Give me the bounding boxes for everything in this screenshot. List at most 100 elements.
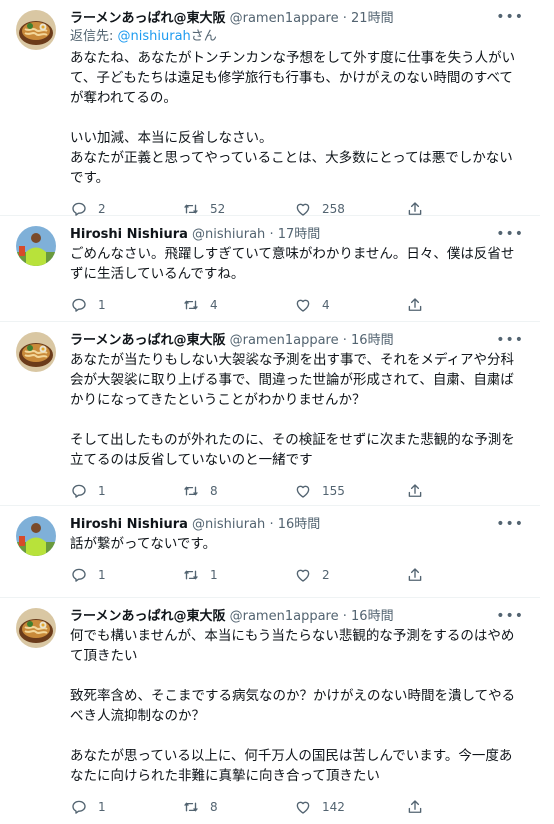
like-button[interactable]: 2 <box>294 566 406 584</box>
like-count: 142 <box>322 800 345 814</box>
tweet[interactable]: ••• ラーメンあっぱれ@東大阪 @ramen1appare · 16時間 あな… <box>0 322 540 506</box>
display-name[interactable]: ラーメンあっぱれ@東大阪 <box>70 609 225 624</box>
share-button[interactable] <box>406 296 434 314</box>
like-count: 155 <box>322 484 345 498</box>
reply-prefix: 返信先: <box>70 29 118 44</box>
timestamp[interactable]: 16時間 <box>351 333 394 348</box>
separator-dot: · <box>342 333 347 348</box>
tweet-text: あなたが当たりもしない大袈裟な予測を出す事で、それをメディアや分科会が大袈裟に取… <box>70 352 515 468</box>
tweet-actions: 1 4 4 <box>70 288 520 322</box>
tweet-actions: 1 8 142 <box>70 790 520 824</box>
reply-button[interactable]: 1 <box>70 482 182 500</box>
separator-dot: · <box>342 609 347 624</box>
avatar[interactable] <box>16 332 56 372</box>
share-icon <box>406 296 424 314</box>
reply-count: 2 <box>98 202 106 216</box>
share-icon <box>406 566 424 584</box>
like-icon <box>294 566 312 584</box>
like-icon <box>294 482 312 500</box>
share-icon <box>406 482 424 500</box>
tweet-header: ラーメンあっぱれ@東大阪 @ramen1appare · 21時間 <box>70 10 520 28</box>
tweet[interactable]: ••• Hiroshi Nishiura @nishiurah · 17時間 ご… <box>0 216 540 322</box>
reply-button[interactable]: 1 <box>70 798 182 816</box>
share-button[interactable] <box>406 482 434 500</box>
display-name[interactable]: Hiroshi Nishiura <box>70 227 188 242</box>
like-count: 2 <box>322 568 330 582</box>
reply-suffix: さん <box>190 29 217 44</box>
display-name[interactable]: ラーメンあっぱれ@東大阪 <box>70 333 225 348</box>
tweet-text: あなたね、あなたがトンチンカンな予想をして外す度に仕事を失う人がいて、子どもたち… <box>70 50 516 186</box>
retweet-icon <box>182 482 200 500</box>
avatar[interactable] <box>16 226 56 266</box>
timestamp[interactable]: 16時間 <box>278 517 321 532</box>
tweet-header: Hiroshi Nishiura @nishiurah · 16時間 <box>70 516 520 534</box>
like-count: 258 <box>322 202 345 216</box>
tweet-actions: 1 8 155 <box>70 474 520 508</box>
like-button[interactable]: 4 <box>294 296 406 314</box>
retweet-count: 52 <box>210 202 226 216</box>
display-name[interactable]: ラーメンあっぱれ@東大阪 <box>70 11 225 26</box>
share-button[interactable] <box>406 798 434 816</box>
reply-count: 1 <box>98 484 106 498</box>
retweet-icon <box>182 798 200 816</box>
retweet-icon <box>182 566 200 584</box>
reply-count: 1 <box>98 298 106 312</box>
retweet-icon <box>182 296 200 314</box>
reply-button[interactable]: 1 <box>70 566 182 584</box>
tweet[interactable]: ••• ラーメンあっぱれ@東大阪 @ramen1appare · 21時間 返信… <box>0 0 540 216</box>
tweet-text: 話が繋がってないです。 <box>70 536 217 552</box>
reply-context: 返信先: @nishiurahさん <box>70 28 520 46</box>
avatar[interactable] <box>16 516 56 556</box>
tweet-header: ラーメンあっぱれ@東大阪 @ramen1appare · 16時間 <box>70 332 520 350</box>
more-icon[interactable]: ••• <box>496 9 524 25</box>
timestamp[interactable]: 16時間 <box>351 609 394 624</box>
tweet-header: Hiroshi Nishiura @nishiurah · 17時間 <box>70 226 520 244</box>
separator-dot: · <box>269 227 274 242</box>
share-icon <box>406 798 424 816</box>
retweet-button[interactable]: 8 <box>182 482 294 500</box>
retweet-count: 8 <box>210 800 218 814</box>
like-icon <box>294 798 312 816</box>
tweet-text: ごめんなさい。飛躍しすぎていて意味がわかりません。日々、僕は反省せずに生活してい… <box>70 246 515 282</box>
more-icon[interactable]: ••• <box>496 516 524 532</box>
tweet-actions: 1 1 2 <box>70 558 520 592</box>
share-button[interactable] <box>406 566 434 584</box>
timestamp[interactable]: 17時間 <box>278 227 321 242</box>
more-icon[interactable]: ••• <box>496 332 524 348</box>
reply-icon <box>70 296 88 314</box>
like-button[interactable]: 155 <box>294 482 406 500</box>
reply-count: 1 <box>98 568 106 582</box>
reply-icon <box>70 566 88 584</box>
like-icon <box>294 296 312 314</box>
like-button[interactable]: 142 <box>294 798 406 816</box>
tweet-header: ラーメンあっぱれ@東大阪 @ramen1appare · 16時間 <box>70 608 520 626</box>
user-handle[interactable]: @nishiurah <box>192 227 265 242</box>
retweet-button[interactable]: 8 <box>182 798 294 816</box>
user-handle[interactable]: @ramen1appare <box>230 11 339 26</box>
avatar[interactable] <box>16 10 56 50</box>
user-handle[interactable]: @nishiurah <box>192 517 265 532</box>
retweet-button[interactable]: 4 <box>182 296 294 314</box>
retweet-count: 1 <box>210 568 218 582</box>
reply-button[interactable]: 1 <box>70 296 182 314</box>
tweet-text: 何でも構いませんが、本当にもう当たらない悲観的な予測をするのはやめて頂きたい 致… <box>70 628 516 784</box>
separator-dot: · <box>269 517 274 532</box>
tweet[interactable]: ••• ラーメンあっぱれ@東大阪 @ramen1appare · 16時間 何で… <box>0 598 540 803</box>
avatar[interactable] <box>16 608 56 648</box>
conversation-thread: ••• ラーメンあっぱれ@東大阪 @ramen1appare · 21時間 返信… <box>0 0 540 803</box>
reply-icon <box>70 482 88 500</box>
reply-handle-link[interactable]: @nishiurah <box>118 29 191 44</box>
like-count: 4 <box>322 298 330 312</box>
separator-dot: · <box>342 11 347 26</box>
tweet[interactable]: ••• Hiroshi Nishiura @nishiurah · 16時間 話… <box>0 506 540 598</box>
retweet-button[interactable]: 1 <box>182 566 294 584</box>
more-icon[interactable]: ••• <box>496 608 524 624</box>
user-handle[interactable]: @ramen1appare <box>230 609 339 624</box>
display-name[interactable]: Hiroshi Nishiura <box>70 517 188 532</box>
reply-icon <box>70 798 88 816</box>
more-icon[interactable]: ••• <box>496 226 524 242</box>
retweet-count: 4 <box>210 298 218 312</box>
reply-count: 1 <box>98 800 106 814</box>
timestamp[interactable]: 21時間 <box>351 11 394 26</box>
user-handle[interactable]: @ramen1appare <box>230 333 339 348</box>
